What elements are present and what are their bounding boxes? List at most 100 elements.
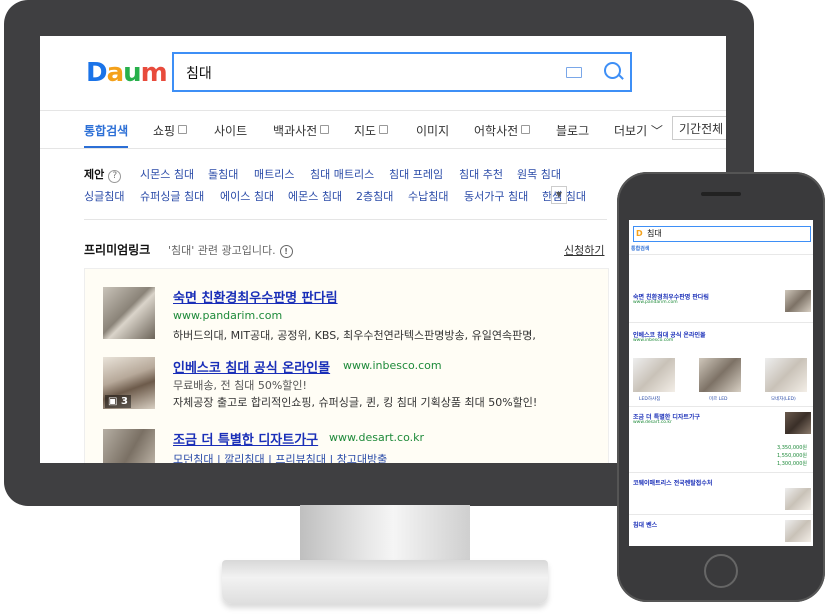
phone-product-image[interactable] [633,358,675,392]
ad-url[interactable]: www.pandarim.com [173,309,282,322]
premium-subtitle-text: '침대' 관련 광고입니다. [168,244,276,257]
suggestion-item[interactable]: 시몬스 침대 [140,166,194,182]
ad-title[interactable]: 조금 더 특별한 디자트가구 [173,429,318,448]
tab-label: 쇼핑 [153,124,176,138]
monitor-base [222,560,548,604]
tab-label: 블로그 [556,124,590,138]
search-icon[interactable] [604,62,621,79]
photo-count: 3 [120,396,128,407]
phone-ad-url[interactable]: www.pandarim.com [633,300,678,305]
active-tab-underline [84,146,128,148]
ad-sublink[interactable]: 깔리침대 [224,453,264,463]
divider [629,472,813,473]
period-filter[interactable]: 기간전체 [672,116,726,140]
monitor-neck [300,505,470,565]
phone-product-caption[interactable]: 모네자(LED) [771,396,796,402]
tab-map[interactable]: 지도 [354,122,389,139]
phone-search-box[interactable]: D 침대 [633,226,811,242]
phone-product-caption[interactable]: 미르 LED [709,396,728,402]
phone-price: 1,550,000원 [776,453,807,459]
phone-ad-title[interactable]: 코웨이매트리스 전국렌탈접수처 [633,478,712,487]
search-input[interactable] [184,60,548,86]
chevron-down-icon[interactable]: ▼ [551,186,567,204]
suggestion-item[interactable]: 싱글침대 [84,188,124,204]
suggestion-item[interactable]: 에몬스 침대 [288,188,342,204]
phone-product-image[interactable] [699,358,741,392]
ad-description: 하버드의대, MIT공대, 공정위, KBS, 최우수천연라텍스판명방송, 유일… [173,329,536,342]
checkbox-icon[interactable] [178,125,188,134]
phone-tab[interactable]: 통합검색 [631,246,649,252]
tab-more[interactable]: 더보기 ﹀ [614,122,663,139]
phone-ad-url[interactable]: www.inbesco.com [633,338,673,343]
ad-list: 숙면 친환경최우수판명 판다림 www.pandarim.com 하버드의대, … [84,268,609,463]
tab-label: 사이트 [214,124,248,138]
suggestion-item[interactable]: 동서가구 침대 [464,188,528,204]
ad-title[interactable]: 숙면 친환경최우수판명 판다림 [173,287,338,306]
daum-logo[interactable]: Daum [86,58,168,88]
help-icon[interactable]: ? [108,170,122,183]
ad-title[interactable]: 인베스코 침대 공식 온라인몰 [173,357,330,376]
ad-thumbnail[interactable] [103,429,155,463]
phone-ad-url[interactable]: www.desart.co.kr [633,420,672,425]
phone-screen: D 침대 통합검색 숙면 친환경최우수판명 판다림 www.pandarim.c… [629,220,813,546]
tab-label: 백과사전 [273,124,318,138]
suggestion-label: 제안? [84,166,122,183]
suggestion-item[interactable]: 수납침대 [408,188,448,204]
phone-ad-thumbnail[interactable] [785,488,811,510]
phone-price: 1,300,000원 [776,461,807,467]
tab-dictionary[interactable]: 어학사전 [474,122,531,139]
phone-ad-thumbnail[interactable] [785,412,811,434]
divider [629,254,813,255]
ad-thumbnail[interactable] [103,287,155,339]
ad-url[interactable]: www.inbesco.com [343,359,442,372]
ad-sublink[interactable]: 창고대방출 [337,453,388,463]
suggestion-item[interactable]: 슈퍼싱글 침대 [140,188,204,204]
checkbox-icon[interactable] [379,125,389,134]
suggestion-item[interactable]: 침대 추천 [459,166,503,182]
ad-description: 무료배송, 전 침대 50%할인! [173,379,307,392]
suggestion-item[interactable]: 매트리스 [254,166,294,182]
info-icon[interactable]: ! [279,245,293,258]
tab-encyclopedia[interactable]: 백과사전 [273,122,330,139]
premium-link-subtitle: '침대' 관련 광고입니다.! [168,242,293,258]
phone-price: 3,350,000원 [776,445,807,451]
phone-product-caption[interactable]: LED하샤침 [639,396,660,402]
suggestion-item[interactable]: 원목 침대 [517,166,561,182]
tab-shopping[interactable]: 쇼핑 [153,122,188,139]
ad-sublink[interactable]: 모던침대 [173,453,213,463]
ad-thumbnail[interactable]: ▣ 3 [103,357,155,409]
suggestion-item[interactable]: 침대 매트리스 [310,166,374,182]
checkbox-icon[interactable] [320,125,330,134]
ad-url[interactable]: www.desart.co.kr [329,431,424,444]
phone-ad-thumbnail[interactable] [785,290,811,312]
suggestion-item[interactable]: 침대 프레임 [389,166,443,182]
phone-tab-bar: 통합검색 [631,245,811,252]
suggestion-item[interactable]: 돌침대 [208,166,238,182]
keyboard-icon[interactable] [566,67,582,78]
divider [84,219,607,220]
tab-integrated[interactable]: 통합검색 [84,122,128,139]
ad-sublinks: 모던침대 | 깔리침대 | 프리뷰침대 | 창고대방출 [173,451,387,463]
checkbox-icon[interactable] [521,125,531,134]
apply-link[interactable]: 신청하기 [564,242,604,258]
tab-bar: 통합검색 쇼핑 사이트 백과사전 지도 이미지 어학사전 블로그 더보기 ﹀ 기… [40,110,726,149]
header: Daum [40,36,726,111]
suggestion-label-text: 제안 [84,168,105,181]
tab-label: 어학사전 [474,124,519,138]
home-button[interactable] [704,554,738,588]
tab-label: 더보기 ﹀ [614,124,663,138]
tab-site[interactable]: 사이트 [214,122,247,139]
phone-speaker [701,192,741,196]
search-box [172,52,632,92]
phone-ad-title[interactable]: 침대 벤스 [633,520,657,529]
tab-label: 통합검색 [84,124,129,138]
ad-sublink[interactable]: 프리뷰침대 [275,453,326,463]
phone-ad-thumbnail[interactable] [785,520,811,542]
suggestion-item[interactable]: 에이스 침대 [220,188,274,204]
phone-product-image[interactable] [765,358,807,392]
ad-description: 자체공장 출고로 합리적인쇼핑, 슈퍼싱글, 퀸, 킹 침대 기획상품 최대 5… [173,396,538,409]
tab-blog[interactable]: 블로그 [556,122,589,139]
suggestion-item[interactable]: 2층침대 [356,188,393,204]
tab-label: 지도 [354,124,377,138]
tab-image[interactable]: 이미지 [416,122,449,139]
